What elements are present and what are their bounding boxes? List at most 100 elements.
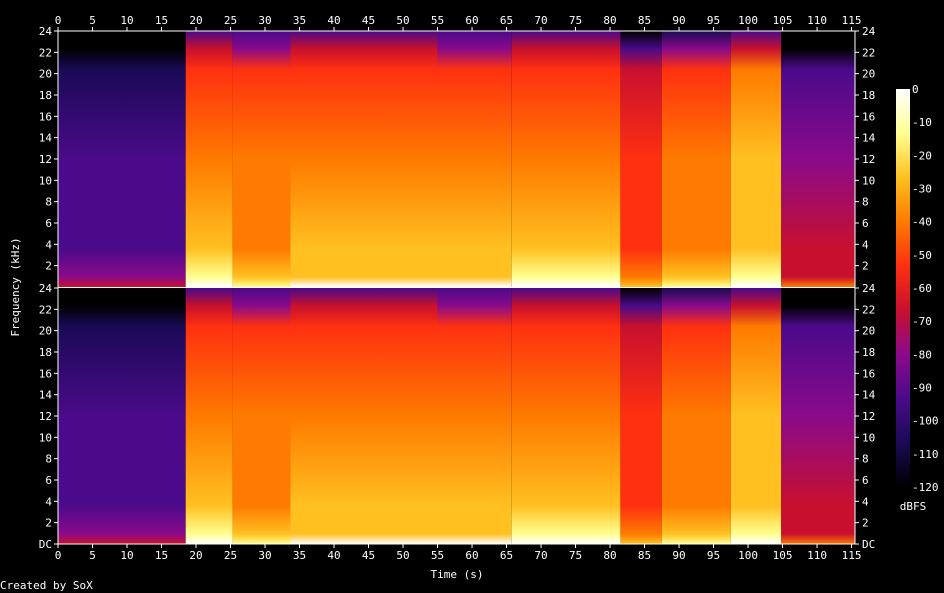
x-tick-label-bottom: 70 [534, 549, 547, 562]
y-tick-label-left: 20 [39, 68, 52, 81]
x-tick-label-top: 65 [500, 14, 513, 27]
colorbar-tick-label: -110 [912, 448, 939, 461]
y-tick-label-left: 16 [39, 367, 52, 380]
y-tick-label-left: 22 [39, 303, 52, 316]
y-tick-label-right: 16 [862, 110, 875, 123]
y-tick-label-left: DC [39, 538, 52, 551]
spectrogram-segment [781, 31, 855, 287]
spectrogram-panel-upper [58, 31, 855, 287]
x-tick-label-top: 0 [55, 14, 62, 27]
y-tick-label-right: 12 [862, 410, 875, 423]
colorbar-label: dBFS [900, 500, 927, 513]
spectrogram-segment [339, 31, 438, 287]
x-tick-label-top: 100 [738, 14, 758, 27]
spectrogram-segment [185, 288, 233, 544]
colorbar-tick-label: -120 [912, 481, 939, 494]
x-tick-label-bottom: 30 [258, 549, 271, 562]
x-tick-label-bottom: 90 [672, 549, 685, 562]
y-tick-label-left: 8 [45, 453, 52, 466]
y-tick-label-right: 18 [862, 89, 875, 102]
x-tick-label-bottom: 65 [500, 549, 513, 562]
spectrogram-segment [232, 31, 291, 287]
y-tick-label-right: 4 [862, 238, 869, 251]
spectrogram-segment [730, 288, 782, 544]
x-tick-label-top: 60 [465, 14, 478, 27]
y-tick-label-left: 24 [39, 282, 53, 295]
y-tick-label-right: 24 [862, 25, 876, 38]
x-tick-label-bottom: 50 [396, 549, 409, 562]
x-tick-label-top: 95 [707, 14, 720, 27]
spectrogram-segment [437, 31, 512, 287]
spectrogram-panel-lower [58, 288, 855, 544]
y-tick-label-right: DC [862, 538, 875, 551]
y-tick-label-left: 6 [45, 474, 52, 487]
spectrogram-segment [58, 31, 186, 287]
spectrogram-segment [58, 288, 186, 544]
footer-credit: Created by SoX [0, 579, 93, 592]
y-tick-label-right: 14 [862, 132, 876, 145]
spectrogram-segment [661, 31, 731, 287]
x-tick-label-bottom: 0 [55, 549, 62, 562]
y-tick-label-right: 10 [862, 174, 875, 187]
y-tick-label-left: 6 [45, 217, 52, 230]
spectrogram-segment [511, 31, 621, 287]
y-tick-label-right: 2 [862, 260, 869, 273]
y-tick-label-right: 22 [862, 303, 875, 316]
y-tick-label-left: 10 [39, 174, 52, 187]
colorbar-tick-label: -10 [912, 116, 932, 129]
spectrogram-segment [185, 31, 233, 287]
y-tick-label-left: 18 [39, 346, 52, 359]
x-tick-label-bottom: 5 [89, 549, 96, 562]
y-tick-label-left: 8 [45, 196, 52, 209]
y-tick-label-left: 14 [39, 389, 53, 402]
spectrogram-segment [437, 288, 512, 544]
x-tick-label-bottom: 100 [738, 549, 758, 562]
x-tick-label-top: 50 [396, 14, 409, 27]
colorbar-tick-label: -60 [912, 282, 932, 295]
y-tick-label-left: 4 [45, 495, 52, 508]
spectrogram-segment [232, 288, 291, 544]
x-tick-label-top: 25 [224, 14, 237, 27]
x-tick-label-top: 85 [638, 14, 651, 27]
x-tick-label-bottom: 60 [465, 549, 478, 562]
y-tick-label-left: 2 [45, 260, 52, 273]
x-tick-label-top: 15 [155, 14, 168, 27]
y-tick-label-right: 10 [862, 431, 875, 444]
x-tick-label-top: 35 [293, 14, 306, 27]
x-tick-label-top: 40 [327, 14, 340, 27]
x-tick-label-bottom: 25 [224, 549, 237, 562]
y-tick-label-right: 14 [862, 389, 876, 402]
x-tick-label-top: 30 [258, 14, 271, 27]
x-tick-label-bottom: 105 [773, 549, 793, 562]
x-tick-label-top: 90 [672, 14, 685, 27]
y-tick-label-right: 12 [862, 153, 875, 166]
y-tick-label-right: 24 [862, 282, 876, 295]
spectrogram-chart: 0055101015152020252530303535404045455050… [0, 14, 939, 592]
x-tick-label-top: 5 [89, 14, 96, 27]
spectrogram-segment [290, 31, 340, 287]
spectrogram-segment [290, 288, 340, 544]
x-tick-label-top: 10 [120, 14, 133, 27]
y-tick-label-right: 18 [862, 346, 875, 359]
y-tick-label-right: 2 [862, 517, 869, 530]
colorbar [896, 89, 910, 487]
colorbar-tick-label: -100 [912, 415, 939, 428]
x-tick-label-top: 70 [534, 14, 547, 27]
spectrogram-segment [620, 31, 662, 287]
x-axis-label: Time (s) [431, 568, 484, 581]
x-tick-label-top: 105 [773, 14, 793, 27]
x-tick-label-top: 55 [431, 14, 444, 27]
colorbar-tick-label: -20 [912, 149, 932, 162]
y-tick-label-left: 10 [39, 431, 52, 444]
y-tick-label-left: 14 [39, 132, 53, 145]
colorbar-tick-label: -50 [912, 249, 932, 262]
y-tick-label-left: 18 [39, 89, 52, 102]
colorbar-tick-label: -70 [912, 315, 932, 328]
y-tick-label-right: 6 [862, 217, 869, 230]
x-tick-label-bottom: 45 [362, 549, 375, 562]
y-tick-label-right: 8 [862, 453, 869, 466]
spectrogram-segment [511, 288, 621, 544]
y-tick-label-right: 8 [862, 196, 869, 209]
y-tick-label-left: 4 [45, 238, 52, 251]
y-tick-label-right: 20 [862, 68, 875, 81]
